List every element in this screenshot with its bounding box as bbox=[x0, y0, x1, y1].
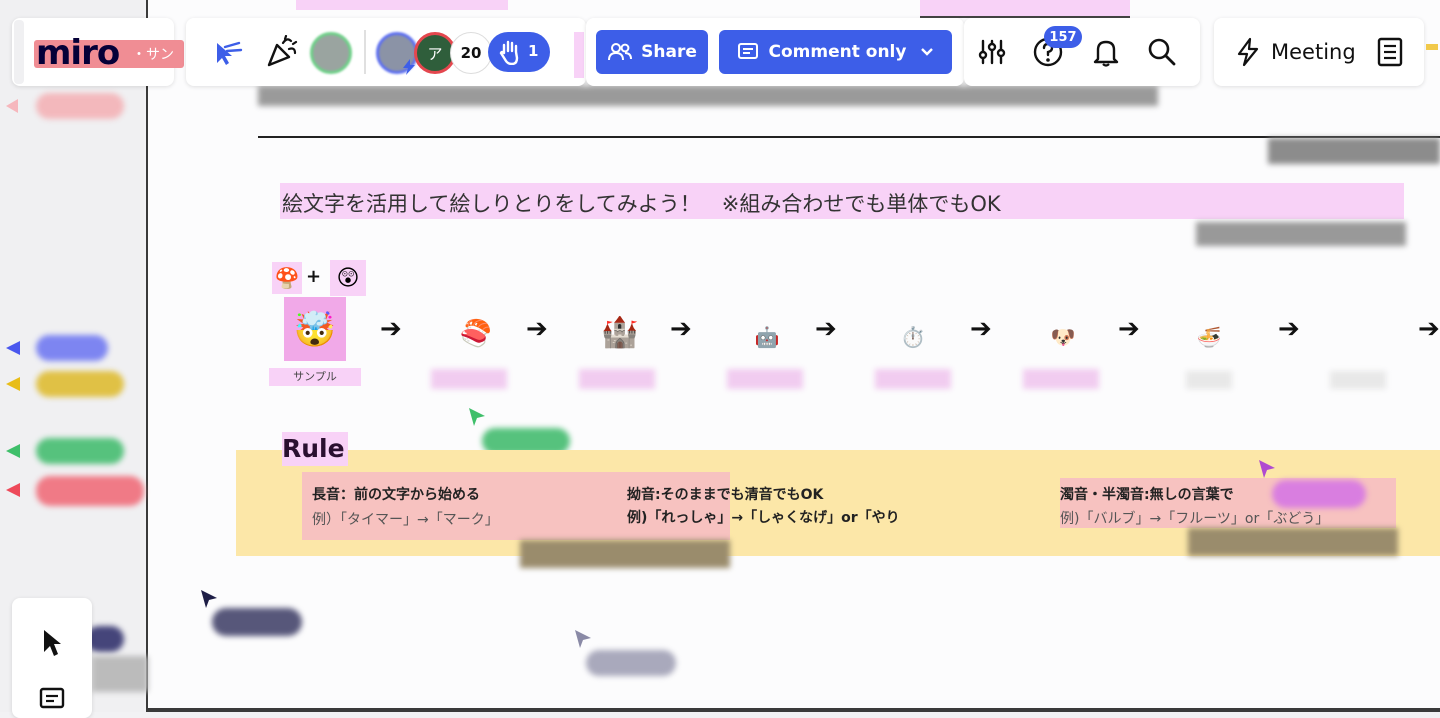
chain-emoji-5[interactable]: ⏱️ bbox=[898, 322, 928, 352]
title-sticky bbox=[920, 0, 1130, 18]
rule-heading: Rule bbox=[282, 434, 345, 463]
sticky-note-tool-icon[interactable] bbox=[36, 686, 68, 712]
combo-emoji-left[interactable]: 🍄 bbox=[272, 262, 302, 294]
redacted-text bbox=[520, 540, 730, 568]
settings-sliders-icon[interactable] bbox=[974, 34, 1010, 70]
cursor-pointer-icon bbox=[1256, 456, 1278, 482]
collaborator-tag bbox=[92, 656, 148, 692]
cursor-pointer-icon bbox=[6, 341, 20, 355]
cursor-fragment bbox=[1426, 44, 1438, 50]
rule-1-example: 例）「タイマー」→「マーク」 bbox=[312, 512, 499, 528]
sticky-fragment bbox=[574, 32, 584, 78]
miro-logo[interactable]: miro bbox=[36, 33, 120, 73]
collaborator-tag bbox=[36, 438, 124, 464]
chain-label-2 bbox=[431, 369, 507, 389]
users-icon bbox=[607, 42, 633, 62]
combo-emoji-right[interactable]: 😲 bbox=[330, 260, 366, 296]
chain-arrow: ➔ bbox=[1418, 314, 1440, 344]
chain-label-7 bbox=[1186, 371, 1232, 389]
collaborator-tag bbox=[586, 650, 676, 676]
rule-1-title: 長音：前の文字から始める bbox=[312, 487, 480, 503]
title-sticky bbox=[296, 0, 508, 10]
redacted-text bbox=[1196, 222, 1406, 246]
rule-2-example: 例)「れっしゃ」→「しゃくなげ」or「やり bbox=[627, 510, 900, 526]
panel-edge bbox=[14, 20, 24, 84]
collaborator-tag bbox=[1272, 480, 1366, 508]
divider bbox=[258, 136, 1440, 138]
chain-emoji-4[interactable]: 🤖 bbox=[752, 322, 782, 352]
chain-emoji-6[interactable]: 🐶 bbox=[1048, 322, 1078, 352]
chain-arrow: ➔ bbox=[380, 314, 402, 344]
cursor-pointer-icon bbox=[6, 444, 20, 458]
collaborator-tag bbox=[36, 476, 144, 506]
chain-label-1: サンプル bbox=[269, 368, 361, 386]
cursor-pointer-icon bbox=[6, 99, 18, 113]
chain-arrow: ➔ bbox=[815, 314, 837, 344]
board-name[interactable]: ・サン bbox=[132, 44, 174, 64]
cursor-tool-icon[interactable] bbox=[206, 34, 246, 70]
cursor-pointer-icon bbox=[6, 483, 20, 497]
collaborator-tag bbox=[212, 608, 302, 636]
divider bbox=[364, 30, 366, 74]
chain-arrow: ➔ bbox=[1118, 314, 1140, 344]
lightning-icon[interactable] bbox=[1234, 36, 1262, 68]
redacted-text bbox=[258, 86, 1158, 106]
comment-mode-dropdown[interactable]: Comment only bbox=[719, 30, 952, 74]
chain-label-3 bbox=[579, 369, 655, 389]
celebration-icon[interactable] bbox=[262, 34, 302, 70]
collaborator-tag bbox=[36, 93, 124, 119]
collaborator-tag bbox=[36, 371, 124, 397]
board-border bbox=[146, 708, 1440, 712]
select-tool-icon[interactable] bbox=[38, 626, 66, 660]
chain-label-8 bbox=[1330, 371, 1386, 389]
instruction-text: 絵文字を活用して絵しりとりをしてみよう！ ※組み合わせでも単体でもOK bbox=[282, 192, 1001, 216]
rule-2-title: 拗音:そのままでも清音でもOK bbox=[627, 487, 824, 503]
cursor-pointer-icon bbox=[466, 404, 488, 430]
share-label: Share bbox=[641, 42, 697, 62]
redacted-text bbox=[1188, 528, 1398, 556]
rule-3-title: 濁音・半濁音:無しの言葉で bbox=[1060, 487, 1234, 503]
chain-arrow: ➔ bbox=[670, 314, 692, 344]
search-icon[interactable] bbox=[1144, 34, 1180, 70]
chevron-down-icon bbox=[920, 47, 934, 57]
chain-label-4 bbox=[727, 369, 803, 389]
cursor-pointer-icon bbox=[6, 377, 20, 391]
cursor-pointer-icon bbox=[572, 626, 594, 652]
comment-icon bbox=[737, 42, 759, 62]
rule-card-1[interactable] bbox=[302, 472, 730, 540]
chain-arrow: ➔ bbox=[526, 314, 548, 344]
notes-icon[interactable] bbox=[1374, 36, 1406, 68]
combo-plus: + bbox=[306, 266, 322, 287]
hand-icon bbox=[496, 38, 524, 66]
meeting-button[interactable]: Meeting bbox=[1271, 40, 1356, 64]
collaborator-tag bbox=[36, 335, 108, 361]
chain-emoji-3[interactable]: 🏰 bbox=[598, 312, 642, 352]
chain-label-5 bbox=[875, 369, 951, 389]
chain-emoji-7[interactable]: 🍜 bbox=[1194, 322, 1224, 352]
bell-icon[interactable] bbox=[1088, 34, 1124, 70]
notification-badge: 157 bbox=[1044, 26, 1082, 48]
user-avatar[interactable] bbox=[310, 32, 352, 74]
chain-arrow: ➔ bbox=[1278, 314, 1300, 344]
share-button[interactable]: Share bbox=[596, 30, 708, 74]
collaborator-count[interactable]: 20 bbox=[450, 32, 492, 74]
cursor-pointer-icon bbox=[198, 586, 220, 612]
comment-mode-label: Comment only bbox=[768, 42, 907, 62]
chain-arrow: ➔ bbox=[970, 314, 992, 344]
raised-hands-count: 1 bbox=[528, 42, 539, 60]
chain-emoji-1: 🤯 bbox=[293, 310, 337, 350]
chain-label-6 bbox=[1023, 369, 1099, 389]
rule-3-example: 例)「バルブ」→「フルーツ」or「ぶどう」 bbox=[1060, 511, 1330, 527]
chain-emoji-2[interactable]: 🍣 bbox=[456, 316, 496, 352]
redacted-text bbox=[1268, 138, 1440, 164]
